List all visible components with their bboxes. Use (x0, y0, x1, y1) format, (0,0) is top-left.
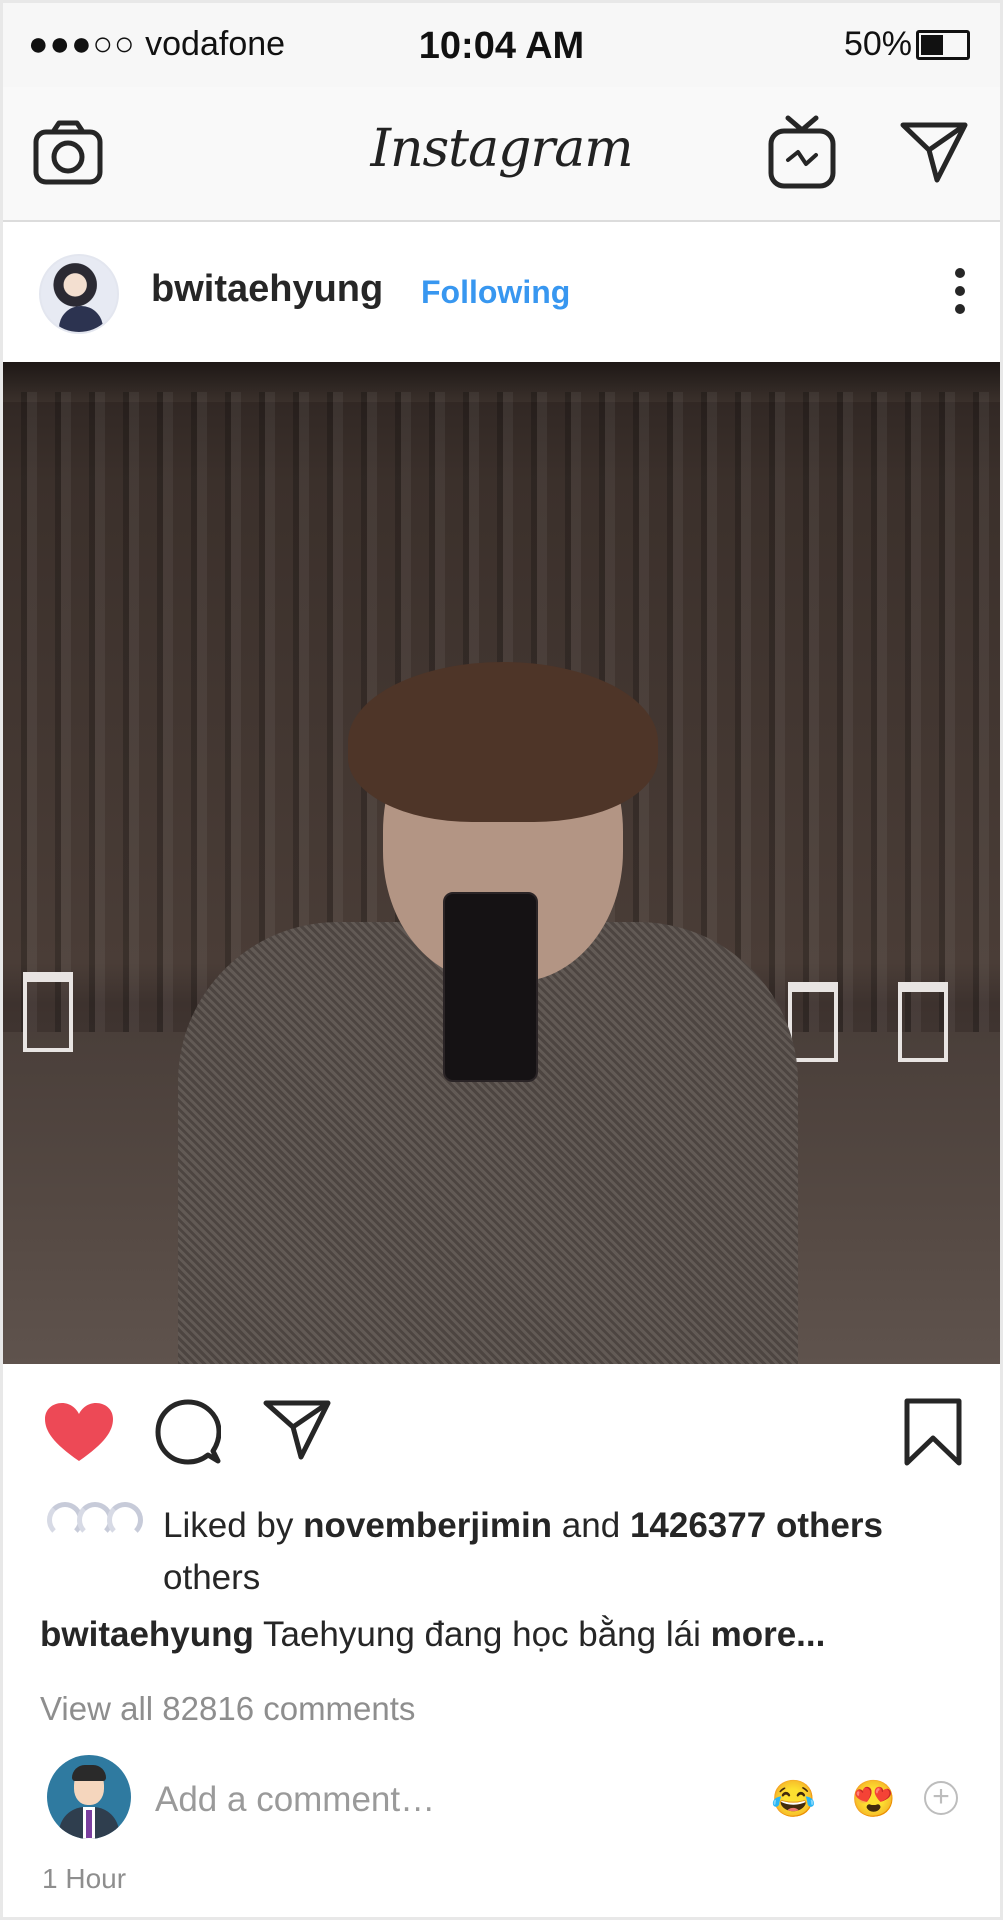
phone-in-hand (443, 892, 538, 1082)
comment-icon[interactable] (155, 1399, 221, 1465)
more-options-icon[interactable] (950, 266, 970, 316)
battery-percent: 50% (843, 25, 912, 63)
caption-more-link[interactable]: more... (711, 1615, 826, 1654)
liker-avatars (47, 1502, 147, 1542)
status-bar: ●●●○○ vodafone 10:04 AM 50% (3, 3, 1000, 87)
caption-text: Taehyung đang học bằng lái (263, 1615, 701, 1654)
igtv-icon[interactable] (768, 115, 836, 189)
caption-username[interactable]: bwitaehyung (40, 1615, 254, 1654)
person-hair (348, 662, 658, 822)
and-label: and (561, 1506, 621, 1545)
chair-shape (898, 982, 948, 1062)
author-username[interactable]: bwitaehyung (151, 268, 383, 311)
post-photo[interactable] (3, 362, 1000, 1364)
view-all-comments-link[interactable]: View all 82816 comments (40, 1690, 415, 1728)
add-emoji-plus-icon[interactable]: + (924, 1781, 958, 1815)
heart-eyes-emoji-button[interactable]: 😍 (851, 1779, 896, 1819)
add-comment-input[interactable] (155, 1775, 715, 1825)
post-actions (3, 1364, 1000, 1494)
top-nav: Instagram (3, 87, 1000, 222)
liker-username[interactable]: novemberjimin (303, 1506, 552, 1545)
post-header: bwitaehyung Following (3, 222, 1000, 362)
instagram-logo: Instagram (370, 119, 633, 179)
add-comment-row: 😂 😍 + (3, 1745, 1000, 1855)
share-icon[interactable] (263, 1399, 331, 1461)
others-link[interactable]: others (776, 1506, 883, 1545)
direct-message-icon[interactable] (899, 120, 969, 184)
like-heart-icon[interactable] (43, 1401, 115, 1465)
laughing-emoji-button[interactable]: 😂 (771, 1779, 816, 1819)
liked-by-label: Liked by (163, 1506, 294, 1545)
likes-count[interactable]: 1426377 (630, 1506, 766, 1545)
bookmark-icon[interactable] (903, 1398, 963, 1466)
post-timestamp: 1 Hour (42, 1863, 127, 1894)
chair-shape (23, 972, 73, 1052)
others-label: others (163, 1558, 261, 1597)
author-avatar[interactable] (39, 254, 119, 334)
post-caption: bwitaehyung Taehyung đang học bằng lái m… (40, 1615, 980, 1655)
current-user-avatar (47, 1755, 131, 1839)
likes-text: Liked by novemberjimin and 1426377 other… (163, 1500, 963, 1604)
likes-section: Liked by novemberjimin and 1426377 other… (3, 1494, 1000, 1604)
following-button[interactable]: Following (421, 274, 570, 311)
chair-shape (788, 982, 838, 1062)
battery-icon (916, 30, 970, 60)
